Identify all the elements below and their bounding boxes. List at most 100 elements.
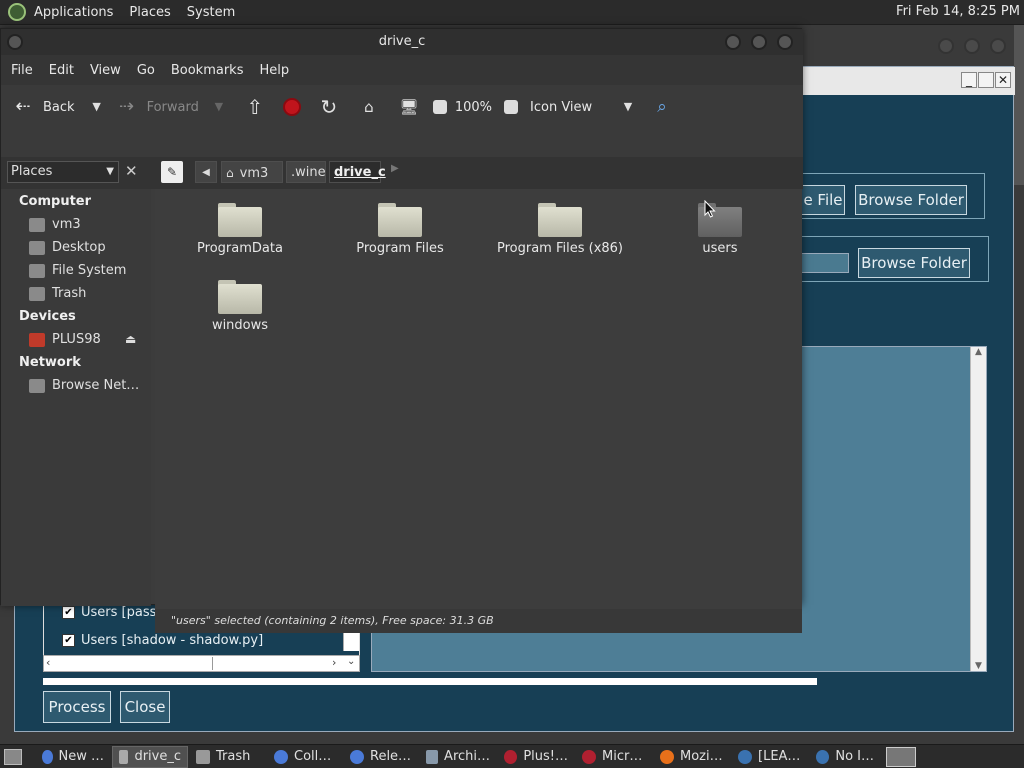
sidebar-item-vm3[interactable]: vm3 [29,217,81,232]
wine-glass-icon [582,749,596,764]
sidebar-item-desktop[interactable]: Desktop [29,240,106,255]
sidebar-item-file-system[interactable]: File System [29,263,126,278]
reload-icon[interactable]: ↻ [315,97,343,117]
sidebar-item-browse-network[interactable]: Browse Net… [29,378,139,393]
browse-file-button[interactable]: e File [801,185,845,215]
up-arrow-icon[interactable]: ⇧ [241,97,269,117]
forward-history-chevron-icon[interactable]: ▼ [209,97,229,117]
output-scrollbar[interactable]: ▲ ▼ [970,347,986,671]
checkbox-checked-icon[interactable]: ✔ [62,634,75,647]
file-view[interactable]: ProgramData Program Files Program Files … [155,189,802,609]
task-item[interactable]: Mozi… [654,746,730,768]
view-mode-chevron-icon[interactable]: ▼ [620,97,636,117]
check-item-label: Users [shadow - shadow.py] [81,633,264,648]
sidebar-item-trash[interactable]: Trash [29,286,86,301]
computer-icon[interactable]: 🖥 [395,97,423,117]
zoom-out-icon[interactable] [432,100,447,114]
task-item[interactable]: New … [36,746,110,768]
menu-bookmarks[interactable]: Bookmarks [163,63,252,78]
crumb-vm3[interactable]: ⌂ vm3 [221,161,283,183]
folder-icon [119,749,129,764]
scroll-down-icon[interactable]: ▼ [971,661,986,671]
bg-app-minimize-button[interactable]: _ [961,72,977,88]
home-icon[interactable]: ⌂ [355,97,383,117]
fm-menubar: File Edit View Go Bookmarks Help [1,55,803,85]
task-item[interactable]: Trash [190,746,266,768]
search-icon[interactable]: ⌕ [648,97,676,117]
menu-file[interactable]: File [3,63,41,78]
browse-folder-button-2[interactable]: Browse Folder [858,248,970,278]
task-item-active[interactable]: drive_c [112,745,188,768]
fm-statusbar: "users" selected (containing 2 items), F… [155,609,802,633]
bg-app-close-button[interactable]: ✕ [995,72,1011,88]
menu-help[interactable]: Help [251,63,297,78]
crumb-drive-c[interactable]: drive_c [329,161,386,183]
task-item[interactable]: Archi… [420,746,496,768]
back-history-chevron-icon[interactable]: ▼ [87,97,107,117]
menu-edit[interactable]: Edit [41,63,82,78]
workspace-switcher[interactable] [886,746,916,767]
back-button[interactable]: ⇠ Back [11,97,74,117]
folder-item[interactable]: Program Files (x86) [485,203,635,256]
task-item[interactable]: Coll… [268,746,342,768]
places-combo-label: Places [11,164,53,179]
browse-folder-button-1[interactable]: Browse Folder [855,185,967,215]
applications-menu[interactable]: Applications [26,5,121,20]
view-mode-select[interactable]: Icon View [530,100,620,115]
task-item[interactable]: Rele… [344,746,418,768]
home-folder-icon: ⌂ [226,166,234,180]
edit-location-icon[interactable]: ✎ [161,161,183,183]
task-item[interactable]: No I… [810,746,880,768]
zoom-in-icon[interactable] [504,100,519,114]
menu-go[interactable]: Go [129,63,163,78]
bg-app-maximize-button[interactable] [978,72,994,88]
forward-button[interactable]: ⇢ Forward [115,97,199,117]
sidebar-item-plus98[interactable]: PLUS98 [29,332,101,347]
scroll-left-icon[interactable]: ‹ [46,656,50,669]
clock[interactable]: Fri Feb 14, 8:25 PM [896,4,1020,19]
task-item[interactable]: Plus!… [498,746,574,768]
task-item[interactable]: [LEA… [732,746,808,768]
bg-maximize-icon[interactable] [964,38,980,54]
maximize-icon[interactable] [751,34,767,50]
system-menu[interactable]: System [179,5,243,20]
folder-item[interactable]: ProgramData [165,203,315,256]
folder-item[interactable]: Program Files [325,203,475,256]
folder-item[interactable]: windows [165,280,315,333]
progress-bar [43,678,817,685]
stop-icon[interactable] [282,98,301,116]
distro-logo-icon[interactable] [8,3,26,21]
scroll-up-icon[interactable]: ▲ [971,347,986,357]
archive-icon [426,749,439,764]
scroll-down-icon[interactable]: ⌄ [347,656,355,667]
close-sidebar-icon[interactable]: ✕ [125,162,138,180]
sidebar-item-label: vm3 [52,217,81,232]
scroll-thumb-edge [212,657,213,670]
window-menu-icon[interactable] [7,34,23,50]
folder-path-field[interactable] [801,253,849,273]
places-menu[interactable]: Places [121,5,178,20]
crumb-scroll-left-icon[interactable]: ◀ [195,161,217,183]
folder-item-selected[interactable]: users [645,203,795,256]
scroll-right-icon[interactable]: › [332,656,336,669]
zoom-level[interactable]: 100% [455,100,492,115]
show-desktop-icon[interactable] [4,748,22,765]
task-label: Plus!… [523,749,568,764]
eject-icon[interactable]: ⏏ [125,332,136,346]
places-combo[interactable]: Places ▼ [7,161,119,183]
close-button[interactable]: Close [120,691,170,723]
minimize-icon[interactable] [725,34,741,50]
close-icon[interactable] [777,34,793,50]
process-button[interactable]: Process [43,691,111,723]
checklist-hscrollbar[interactable]: ‹ › ⌄ [43,655,360,672]
fm-toolbar: ⇠ Back ▼ ⇢ Forward ▼ ⇧ ↻ ⌂ 🖥 100% Icon V… [1,85,803,129]
check-item[interactable]: ✔ Users [shadow - shadow.py] [62,633,263,648]
bg-close-icon[interactable] [990,38,1006,54]
fm-titlebar[interactable]: drive_c [1,29,803,55]
crumb-wine[interactable]: .wine [286,161,326,183]
task-item[interactable]: Micr… [576,746,652,768]
menu-view[interactable]: View [82,63,129,78]
crumb-scroll-right-icon[interactable]: ▶ [391,163,399,174]
checkbox-checked-icon[interactable]: ✔ [62,606,75,619]
bg-minimize-icon[interactable] [938,38,954,54]
